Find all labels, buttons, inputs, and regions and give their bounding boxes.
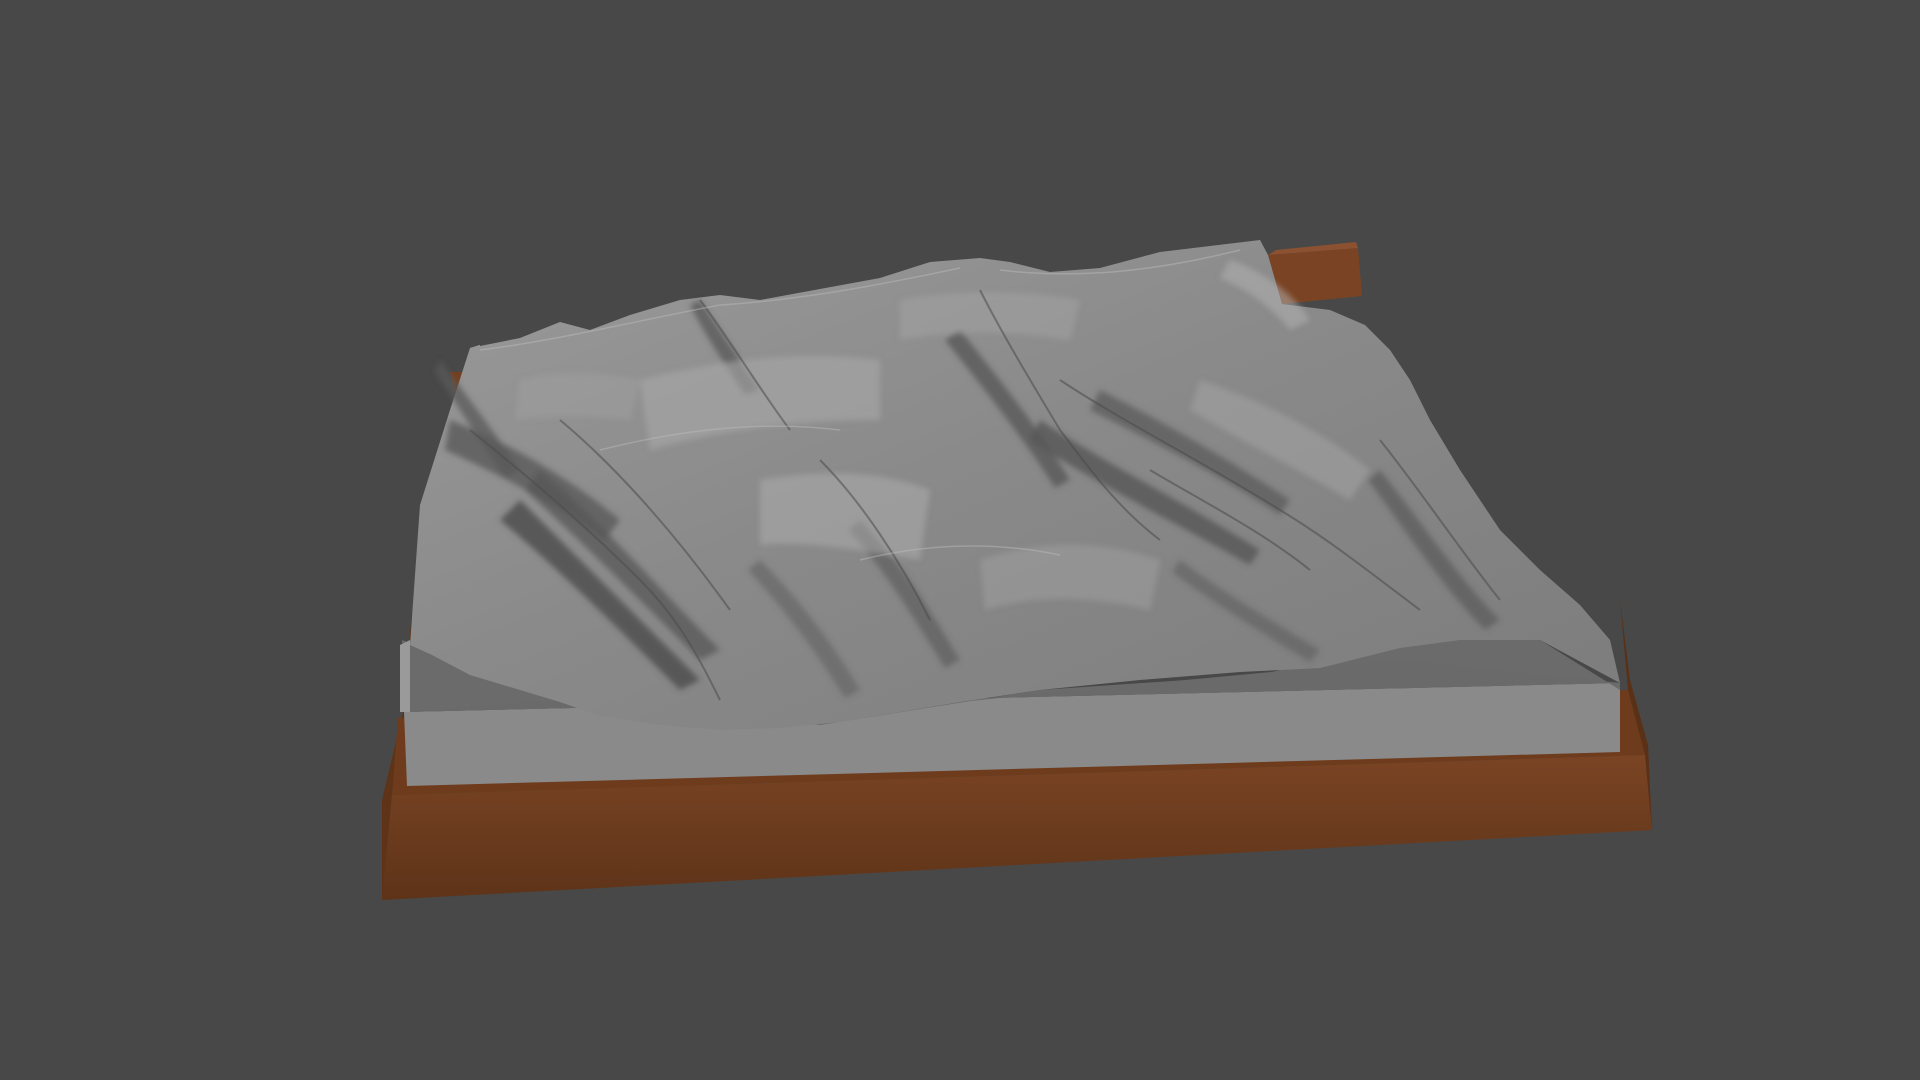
- base-left-wall: [400, 640, 410, 712]
- 3d-viewport[interactable]: [0, 0, 1920, 1080]
- terrain-scene: [382, 240, 1652, 900]
